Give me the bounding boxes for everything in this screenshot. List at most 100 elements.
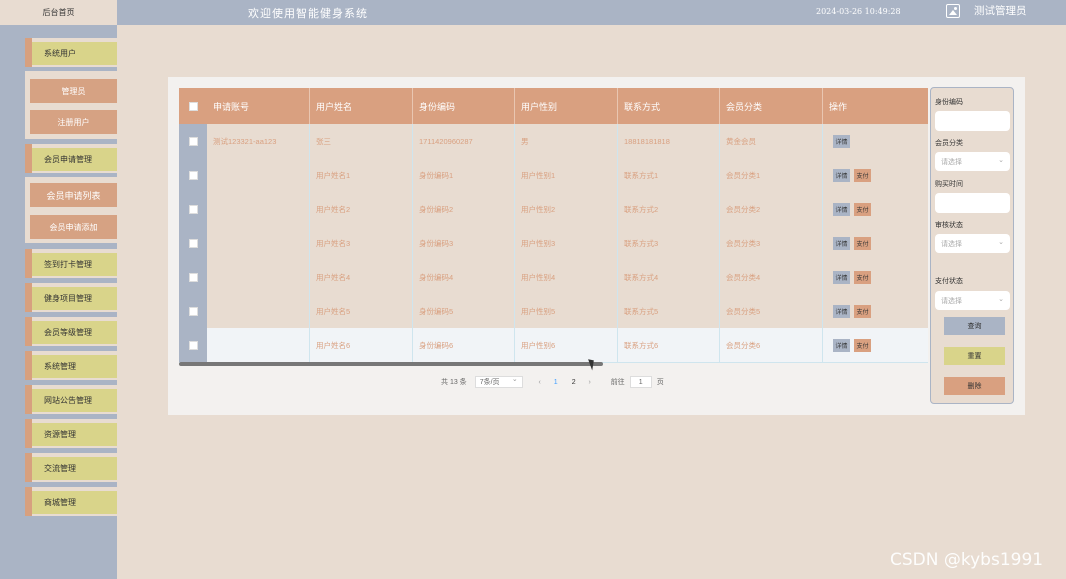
page-size-select[interactable]: 7条/页 xyxy=(474,375,523,388)
cell-member-type: 会员分类3 xyxy=(720,226,823,260)
row-checkbox[interactable] xyxy=(179,226,207,260)
column-header: 操作 xyxy=(829,101,848,112)
next-page-icon[interactable]: › xyxy=(583,379,597,386)
total-count: 共 13 条 xyxy=(441,379,467,386)
sidebar-item-forum[interactable]: 交流管理 xyxy=(25,453,117,482)
sidebar-item-label: 系统管理 xyxy=(32,355,117,378)
sidebar-item-member-levels[interactable]: 会员等级管理 xyxy=(25,317,117,346)
cell-actions: 详情 支付 xyxy=(823,226,928,260)
row-checkbox[interactable] xyxy=(179,294,207,328)
detail-button[interactable]: 详情 xyxy=(833,338,850,352)
cell-contact: 联系方式2 xyxy=(618,192,720,226)
cell-name: 用户姓名4 xyxy=(310,260,413,294)
sidebar-item-system-users[interactable]: 系统用户 xyxy=(25,38,117,67)
sidebar-item-label: 会员等级管理 xyxy=(32,321,117,344)
detail-button[interactable]: 详情 xyxy=(833,134,850,148)
pay-button[interactable]: 支付 xyxy=(854,236,871,250)
cell-name: 用户姓名2 xyxy=(310,192,413,226)
cell-id-code: 身份编码1 xyxy=(413,158,515,192)
select-all-checkbox[interactable] xyxy=(179,88,207,124)
detail-button[interactable]: 详情 xyxy=(833,304,850,318)
user-menu[interactable]: 测试管理员 xyxy=(946,3,1027,18)
cell-gender: 男 xyxy=(515,124,618,158)
column-header[interactable]: 联系方式 xyxy=(618,88,720,124)
top-header: 后台首页 欢迎使用智能健身系统 2024-03-26 10:49:28 测试管理… xyxy=(0,0,1066,25)
page-number[interactable]: 2 xyxy=(567,376,581,388)
sidebar-subitem-admin[interactable]: 管理员 xyxy=(30,79,117,103)
submenu-member-apply: 会员申请列表 会员申请添加 xyxy=(25,177,117,243)
image-icon xyxy=(946,3,960,18)
cell-contact: 18818181818 xyxy=(618,124,720,158)
buy-time-label: 购买时间 xyxy=(935,180,963,188)
id-code-label: 身份编码 xyxy=(935,98,963,106)
delete-button[interactable]: 删除 xyxy=(944,377,1005,395)
sidebar-subitem-registered-users[interactable]: 注册用户 xyxy=(30,110,117,134)
row-checkbox[interactable] xyxy=(179,260,207,294)
cell-member-type: 会员分类1 xyxy=(720,158,823,192)
sidebar-item-system[interactable]: 系统管理 xyxy=(25,351,117,380)
row-checkbox[interactable] xyxy=(179,158,207,192)
row-checkbox[interactable] xyxy=(179,328,207,362)
pay-button[interactable]: 支付 xyxy=(854,304,871,318)
cell-contact: 联系方式6 xyxy=(618,328,720,362)
goto-page-input[interactable]: 1 xyxy=(629,376,652,388)
sidebar-item-label: 会员申请管理 xyxy=(32,148,117,171)
member-type-placeholder: 请选择 xyxy=(941,157,962,166)
pay-button[interactable]: 支付 xyxy=(854,168,871,182)
row-checkbox[interactable] xyxy=(179,192,207,226)
cell-contact: 联系方式4 xyxy=(618,260,720,294)
column-header[interactable]: 用户性别 xyxy=(515,88,618,124)
sidebar-item-member-apply[interactable]: 会员申请管理 xyxy=(25,144,117,173)
pay-status-select[interactable]: 请选择 ⌄ xyxy=(935,291,1010,310)
home-tab[interactable]: 后台首页 xyxy=(0,0,117,25)
member-type-label: 会员分类 xyxy=(935,139,963,147)
detail-button[interactable]: 详情 xyxy=(833,236,850,250)
sidebar-item-announcements[interactable]: 网站公告管理 xyxy=(25,385,117,414)
table-row: 用户姓名2 身份编码2 用户性别2 联系方式2 会员分类2 详情 支付 xyxy=(179,192,928,227)
detail-button[interactable]: 详情 xyxy=(833,202,850,216)
pay-button[interactable]: 支付 xyxy=(854,202,871,216)
cell-actions: 详情 支付 xyxy=(823,294,928,328)
sidebar-item-shop[interactable]: 商城管理 xyxy=(25,487,117,516)
page-number[interactable]: 1 xyxy=(549,376,563,388)
cell-actions: 详情 xyxy=(823,124,928,158)
chevron-down-icon: ⌄ xyxy=(998,238,1004,246)
pay-button[interactable]: 支付 xyxy=(854,338,871,352)
row-checkbox[interactable] xyxy=(179,124,207,158)
sidebar-item-label: 网站公告管理 xyxy=(32,389,117,412)
prev-page-icon[interactable]: ‹ xyxy=(533,379,547,386)
sidebar-subitem-apply-list[interactable]: 会员申请列表 xyxy=(30,183,117,207)
pay-button[interactable]: 支付 xyxy=(854,270,871,284)
id-code-input[interactable] xyxy=(935,111,1010,131)
cell-name: 用户姓名5 xyxy=(310,294,413,328)
buy-time-input[interactable] xyxy=(935,193,1010,213)
column-header[interactable]: 用户姓名 xyxy=(310,88,413,124)
cell-id-code: 身份编码4 xyxy=(413,260,515,294)
sidebar-item-checkin[interactable]: 签到打卡管理 xyxy=(25,249,117,278)
cell-name: 张三 xyxy=(310,124,413,158)
table-row: 用户姓名5 身份编码5 用户性别5 联系方式5 会员分类5 详情 支付 xyxy=(179,294,928,329)
cell-account xyxy=(207,192,310,226)
review-status-select[interactable]: 请选择 ⌄ xyxy=(935,234,1010,253)
app-title: 欢迎使用智能健身系统 xyxy=(248,7,368,20)
column-header[interactable]: 会员分类 xyxy=(720,88,823,124)
table-row: 用户姓名4 身份编码4 用户性别4 联系方式4 会员分类4 详情 支付 xyxy=(179,260,928,295)
table-row: 用户姓名6 身份编码6 用户性别6 联系方式6 会员分类6 详情 支付 xyxy=(179,328,928,363)
query-button[interactable]: 查询 xyxy=(944,317,1005,335)
horizontal-scrollbar[interactable] xyxy=(179,362,603,366)
sidebar-item-fitness-projects[interactable]: 健身项目管理 xyxy=(25,283,117,312)
cell-id-code: 身份编码5 xyxy=(413,294,515,328)
detail-button[interactable]: 详情 xyxy=(833,168,850,182)
column-header[interactable]: 申请账号 xyxy=(207,88,310,124)
column-header[interactable]: 身份编码 xyxy=(413,88,515,124)
sidebar-item-resources[interactable]: 资源管理 xyxy=(25,419,117,448)
detail-button[interactable]: 详情 xyxy=(833,270,850,284)
sidebar-item-label: 签到打卡管理 xyxy=(32,253,117,276)
cell-account xyxy=(207,328,310,362)
cell-member-type: 会员分类5 xyxy=(720,294,823,328)
reset-button[interactable]: 重置 xyxy=(944,347,1005,365)
table-row: 用户姓名3 身份编码3 用户性别3 联系方式3 会员分类3 详情 支付 xyxy=(179,226,928,261)
member-type-select[interactable]: 请选择 ⌄ xyxy=(935,152,1010,171)
sidebar-subitem-apply-add[interactable]: 会员申请添加 xyxy=(30,215,117,239)
search-panel: 身份编码 会员分类 请选择 ⌄ 购买时间 审核状态 请选择 ⌄ 支付状态 请选择… xyxy=(930,87,1014,404)
